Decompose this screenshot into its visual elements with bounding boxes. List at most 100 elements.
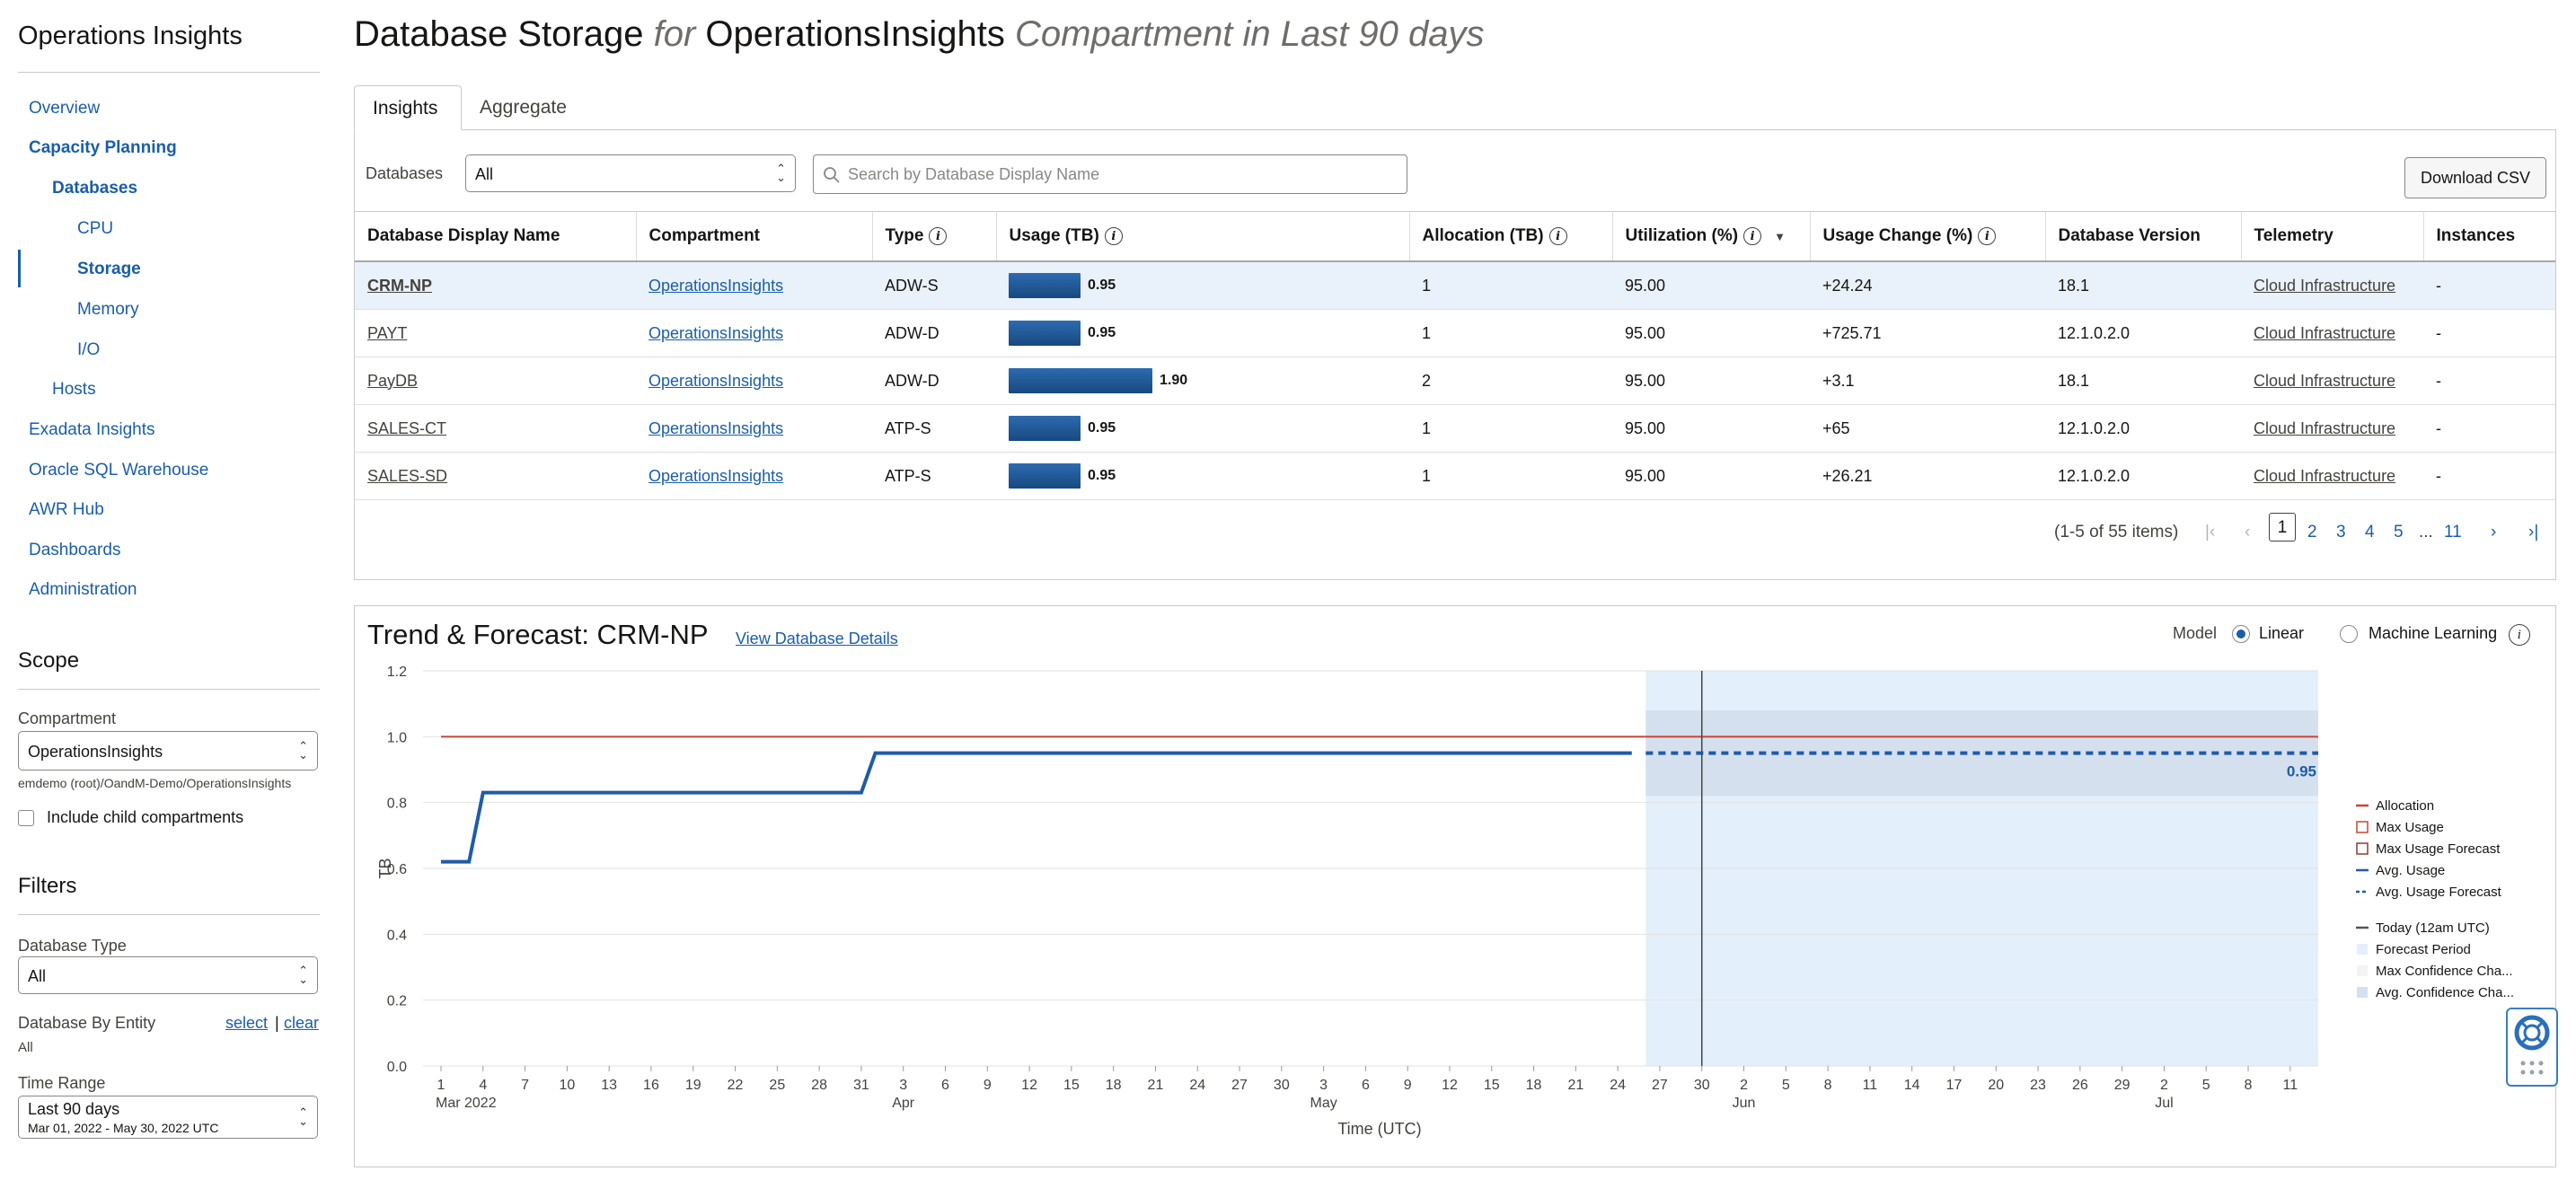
cell-instances: -: [2423, 404, 2555, 453]
tab-aggregate[interactable]: Aggregate: [462, 85, 585, 130]
compartment-link[interactable]: OperationsInsights: [648, 372, 783, 390]
table-row[interactable]: PayDB OperationsInsights ADW-D 1.90 2 95.00 +3…: [355, 357, 2555, 405]
first-page-icon[interactable]: |‹: [2205, 523, 2215, 542]
page-last[interactable]: 11: [2444, 523, 2462, 542]
compartment-link[interactable]: OperationsInsights: [648, 419, 783, 437]
info-icon[interactable]: i: [1548, 226, 1567, 245]
legend-label: Max Usage Forecast: [2376, 841, 2501, 857]
database-name-link[interactable]: SALES-SD: [367, 467, 447, 485]
cell-compartment: OperationsInsights: [636, 404, 872, 453]
app-title: Operations Insights: [18, 22, 243, 50]
clear-link[interactable]: clear: [284, 1014, 319, 1033]
col-telemetry[interactable]: Telemetry: [2241, 211, 2424, 262]
col-compartment[interactable]: Compartment: [636, 211, 873, 262]
col-instances[interactable]: Instances: [2423, 211, 2555, 262]
cell-allocation: 2: [1409, 357, 1612, 405]
col-type[interactable]: Type i: [872, 211, 997, 262]
include-child-label: Include child compartments: [47, 808, 244, 826]
telemetry-link[interactable]: Cloud Infrastructure: [2254, 467, 2395, 485]
table-row[interactable]: PAYT OperationsInsights ADW-D 0.95 1 95.00 +72…: [355, 309, 2555, 357]
database-table: Database Display Name Compartment Type i …: [355, 211, 2555, 500]
table-row[interactable]: CRM-NP OperationsInsights ADW-S 0.95 1 95.00 +…: [355, 261, 2555, 310]
database-name-link[interactable]: SALES-CT: [367, 419, 446, 437]
database-name-link[interactable]: PayDB: [367, 372, 418, 390]
col-usage-change[interactable]: Usage Change (%) i: [1810, 211, 2046, 262]
pagination-summary: (1-5 of 55 items): [2054, 523, 2179, 542]
page-5[interactable]: 5: [2394, 523, 2404, 542]
telemetry-link[interactable]: Cloud Infrastructure: [2254, 372, 2395, 390]
legend-label: Avg. Usage: [2376, 863, 2445, 878]
col-usage[interactable]: Usage (TB) i: [996, 211, 1410, 262]
info-icon[interactable]: i: [1104, 226, 1123, 245]
x-tick-label: 27: [1231, 1078, 1248, 1093]
x-tick-label: 20: [1988, 1078, 2004, 1093]
page-3[interactable]: 3: [2336, 523, 2346, 542]
x-tick-label: 23: [2030, 1078, 2046, 1093]
col-database-version[interactable]: Database Version: [2045, 211, 2242, 262]
compartment-link[interactable]: OperationsInsights: [648, 324, 783, 342]
x-tick-label: 24: [1189, 1078, 1205, 1093]
download-csv-button[interactable]: Download CSV: [2404, 157, 2546, 198]
nav-exadata-insights[interactable]: Exadata Insights: [29, 420, 154, 440]
table-row[interactable]: SALES-CT OperationsInsights ATP-S 0.95 1 95.0…: [355, 404, 2555, 453]
link-separator: |: [275, 1014, 279, 1032]
info-icon[interactable]: i: [929, 226, 948, 245]
next-page-icon[interactable]: ›: [2491, 523, 2496, 542]
info-icon[interactable]: i: [1978, 226, 1997, 245]
nav-oracle-sql-warehouse[interactable]: Oracle SQL Warehouse: [29, 461, 208, 480]
compartment-link[interactable]: OperationsInsights: [648, 467, 783, 485]
database-type-select[interactable]: All ⌃ ⌄: [18, 956, 318, 994]
nav-capacity-planning[interactable]: Capacity Planning: [29, 138, 177, 158]
col-allocation[interactable]: Allocation (TB) i: [1409, 211, 1613, 262]
telemetry-link[interactable]: Cloud Infrastructure: [2254, 419, 2395, 437]
telemetry-link[interactable]: Cloud Infrastructure: [2254, 324, 2395, 342]
include-child-checkbox[interactable]: [18, 810, 34, 826]
tab-insights[interactable]: Insights: [354, 85, 462, 130]
usage-value: 0.95: [1088, 325, 1116, 340]
cell-utilization: 95.00: [1612, 357, 1810, 405]
database-name-link[interactable]: PAYT: [367, 324, 407, 342]
select-link[interactable]: select: [225, 1014, 268, 1033]
x-axis-label: Time (UTC): [1337, 1120, 1421, 1138]
nav-administration[interactable]: Administration: [29, 580, 137, 600]
telemetry-link[interactable]: Cloud Infrastructure: [2254, 277, 2395, 295]
last-page-icon[interactable]: ›|: [2528, 523, 2538, 542]
x-month-label: Jun: [1733, 1096, 1756, 1111]
cell-compartment: OperationsInsights: [636, 452, 872, 500]
x-tick-label: 22: [728, 1078, 744, 1093]
time-range-select[interactable]: Last 90 days Mar 01, 2022 - May 30, 2022…: [18, 1096, 318, 1139]
nav-overview[interactable]: Overview: [29, 99, 100, 119]
nav-memory[interactable]: Memory: [77, 300, 139, 320]
col-utilization[interactable]: Utilization (%) i ▼: [1612, 211, 1811, 262]
page-4[interactable]: 4: [2365, 523, 2375, 542]
nav-cpu[interactable]: CPU: [77, 219, 113, 239]
select-arrows-icon: ⌃ ⌄: [298, 739, 308, 762]
nav-databases[interactable]: Databases: [52, 179, 137, 198]
search-input[interactable]: Search by Database Display Name: [813, 154, 1407, 194]
compartment-select[interactable]: OperationsInsights ⌃ ⌄: [18, 731, 318, 771]
usage-value: 0.95: [1088, 468, 1116, 483]
page-current[interactable]: 1: [2269, 513, 2296, 542]
prev-page-icon[interactable]: ‹: [2245, 523, 2250, 542]
cell-utilization: 95.00: [1612, 452, 1810, 500]
table-row[interactable]: SALES-SD OperationsInsights ATP-S 0.95 1 95.0…: [355, 452, 2555, 500]
databases-filter-select[interactable]: All ⌃ ⌄: [465, 154, 796, 192]
database-name-link[interactable]: CRM-NP: [367, 277, 432, 295]
compartment-link[interactable]: OperationsInsights: [648, 277, 783, 295]
x-tick-label: 29: [2114, 1078, 2130, 1093]
page-2[interactable]: 2: [2307, 523, 2317, 542]
x-tick-label: 5: [1782, 1078, 1790, 1093]
nav-storage[interactable]: Storage: [77, 260, 141, 279]
nav-hosts[interactable]: Hosts: [52, 380, 96, 400]
database-type-label: Database Type: [18, 937, 127, 955]
nav-dashboards[interactable]: Dashboards: [29, 541, 120, 560]
sort-desc-icon[interactable]: ▼: [1774, 230, 1786, 243]
x-tick-label: 24: [1610, 1078, 1626, 1093]
nav-awr-hub[interactable]: AWR Hub: [29, 500, 104, 520]
nav-io[interactable]: I/O: [77, 340, 100, 360]
col-database-display-name[interactable]: Database Display Name: [355, 211, 637, 262]
cell-telemetry: Cloud Infrastructure: [2241, 357, 2423, 405]
x-tick-label: 15: [1484, 1078, 1500, 1093]
info-icon[interactable]: i: [1743, 226, 1762, 245]
help-widget[interactable]: [2506, 1008, 2558, 1087]
